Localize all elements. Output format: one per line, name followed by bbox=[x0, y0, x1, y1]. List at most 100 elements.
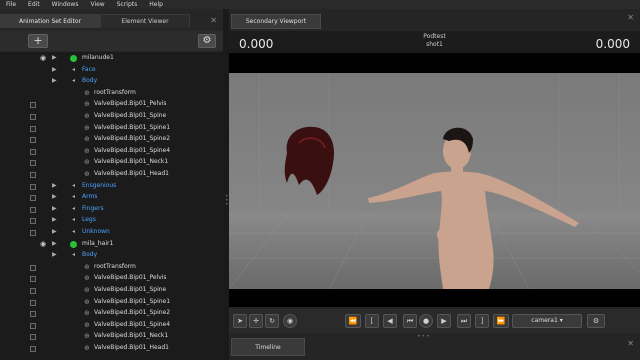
tree-row[interactable]: ⊕ rootTransform bbox=[0, 88, 223, 100]
visibility-checkbox[interactable] bbox=[30, 114, 36, 120]
close-icon[interactable]: ✕ bbox=[210, 16, 217, 25]
next-frame-icon[interactable]: ⏭ bbox=[457, 314, 471, 328]
expand-arrow-icon[interactable]: ▶ bbox=[52, 228, 57, 235]
visibility-checkbox[interactable] bbox=[30, 160, 36, 167]
viewport-3d[interactable] bbox=[229, 53, 640, 307]
eye-icon[interactable]: ◉ bbox=[40, 54, 46, 62]
expand-arrow-icon[interactable]: ▶ bbox=[52, 216, 57, 223]
menu-item-view[interactable]: View bbox=[84, 0, 110, 9]
expand-arrow-icon[interactable]: ▶ bbox=[52, 54, 57, 61]
visibility-checkbox[interactable] bbox=[30, 172, 36, 178]
visibility-checkbox[interactable] bbox=[30, 311, 36, 318]
tree-row[interactable]: ⊕ ValveBiped.Bip01_Spine1 bbox=[0, 123, 223, 135]
fast-forward-icon[interactable]: ⏩ bbox=[493, 314, 509, 328]
end-frame-icon[interactable]: ] bbox=[475, 314, 489, 328]
group-arrow-icon[interactable]: ◂ bbox=[72, 216, 75, 223]
tree-row[interactable]: ▶ ◂ Fingers bbox=[0, 204, 223, 216]
menu-item-help[interactable]: Help bbox=[143, 0, 169, 9]
tree-row[interactable]: ⊕ ValveBiped.Bip01_Pelvis bbox=[0, 273, 223, 285]
add-button[interactable]: + bbox=[28, 34, 48, 48]
visibility-checkbox[interactable] bbox=[30, 288, 36, 294]
rewind-icon[interactable]: ⏪ bbox=[345, 314, 361, 328]
visibility-checkbox[interactable] bbox=[30, 206, 36, 213]
pivot-tool-icon[interactable]: ◉ bbox=[283, 314, 297, 328]
tree-item-label: ValveBiped.Bip01_Pelvis bbox=[94, 274, 167, 282]
visibility-checkbox[interactable] bbox=[30, 264, 36, 271]
move-tool-icon[interactable]: ✛ bbox=[249, 314, 263, 328]
splitter-grip-icon: ••• bbox=[417, 333, 431, 340]
expand-arrow-icon[interactable]: ▶ bbox=[52, 240, 57, 247]
group-arrow-icon[interactable]: ◂ bbox=[72, 228, 75, 235]
tree-row[interactable]: ▶ ◂ Legs bbox=[0, 215, 223, 227]
tab-animation-set-editor[interactable]: Animation Set Editor bbox=[0, 14, 100, 28]
visibility-checkbox[interactable] bbox=[30, 125, 36, 132]
expand-arrow-icon[interactable]: ▶ bbox=[52, 182, 57, 189]
group-arrow-icon[interactable]: ◂ bbox=[72, 182, 75, 189]
visibility-checkbox[interactable] bbox=[30, 334, 36, 341]
tree-row[interactable]: ⊕ ValveBiped.Bip01_Spine bbox=[0, 285, 223, 297]
visibility-checkbox[interactable] bbox=[30, 346, 36, 352]
tree-row[interactable]: ▶ ◂ Body bbox=[0, 76, 223, 88]
tree-row[interactable]: ⊕ ValveBiped.Bip01_Neck1 bbox=[0, 157, 223, 169]
expand-arrow-icon[interactable]: ▶ bbox=[52, 251, 57, 258]
tab-secondary-viewport[interactable]: Secondary Viewport bbox=[231, 14, 321, 29]
close-icon[interactable]: ✕ bbox=[627, 13, 634, 22]
tree-row[interactable]: ⊕ ValveBiped.Bip01_Head1 bbox=[0, 343, 223, 355]
tree-row[interactable]: ▶ ◂ Body bbox=[0, 250, 223, 262]
tree-row[interactable]: ⊕ ValveBiped.Bip01_Spine4 bbox=[0, 146, 223, 158]
tree-row[interactable]: ⊕ ValveBiped.Bip01_Neck1 bbox=[0, 331, 223, 343]
close-icon[interactable]: ✕ bbox=[627, 339, 634, 348]
rotate-tool-icon[interactable]: ↻ bbox=[265, 314, 279, 328]
tree-row[interactable]: ⊕ ValveBiped.Bip01_Spine2 bbox=[0, 308, 223, 320]
tree-row[interactable]: ▶ ◂ Arms bbox=[0, 192, 223, 204]
tree-row[interactable]: ⊕ ValveBiped.Bip01_Head1 bbox=[0, 169, 223, 181]
menu-item-edit[interactable]: Edit bbox=[22, 0, 46, 9]
record-icon[interactable]: ● bbox=[419, 314, 433, 328]
visibility-checkbox[interactable] bbox=[30, 137, 36, 144]
splitter-grip-icon: ••• bbox=[225, 193, 229, 208]
tree-row[interactable]: ▶ ◂ Unknown bbox=[0, 227, 223, 239]
visibility-checkbox[interactable] bbox=[30, 299, 36, 306]
expand-arrow-icon[interactable]: ▶ bbox=[52, 193, 57, 200]
eye-icon[interactable]: ◉ bbox=[40, 240, 46, 248]
tree-row[interactable]: ◉ ▶ mila_hair1 bbox=[0, 239, 223, 251]
tree-row[interactable]: ⊕ ValveBiped.Bip01_Spine4 bbox=[0, 320, 223, 332]
expand-arrow-icon[interactable]: ▶ bbox=[52, 66, 57, 73]
tree-row[interactable]: ▶ ◂ Face bbox=[0, 65, 223, 77]
tree-row[interactable]: ⊕ ValveBiped.Bip01_Pelvis bbox=[0, 99, 223, 111]
visibility-checkbox[interactable] bbox=[30, 183, 36, 190]
gear-icon[interactable]: ⚙ bbox=[587, 314, 605, 328]
tree-row[interactable]: ▶ ◂ Ensgenious bbox=[0, 181, 223, 193]
group-arrow-icon[interactable]: ◂ bbox=[72, 193, 75, 200]
start-frame-icon[interactable]: [ bbox=[365, 314, 379, 328]
play-icon[interactable]: ▶ bbox=[437, 314, 451, 328]
select-tool-icon[interactable]: ➤ bbox=[233, 314, 247, 328]
group-arrow-icon[interactable]: ◂ bbox=[72, 251, 75, 258]
visibility-checkbox[interactable] bbox=[30, 102, 36, 109]
menu-item-windows[interactable]: Windows bbox=[46, 0, 85, 9]
expand-arrow-icon[interactable]: ▶ bbox=[52, 77, 57, 84]
tab-element-viewer[interactable]: Element Viewer bbox=[100, 14, 190, 28]
menu-item-scripts[interactable]: Scripts bbox=[111, 0, 144, 9]
previous-frame-icon[interactable]: ⏮ bbox=[403, 314, 417, 328]
visibility-checkbox[interactable] bbox=[30, 195, 36, 202]
menu-item-file[interactable]: File bbox=[0, 0, 22, 9]
tree-row[interactable]: ◉ ▶ milanude1 bbox=[0, 53, 223, 65]
visibility-checkbox[interactable] bbox=[30, 148, 36, 155]
group-arrow-icon[interactable]: ◂ bbox=[72, 77, 75, 84]
tree-row[interactable]: ⊕ ValveBiped.Bip01_Spine1 bbox=[0, 297, 223, 309]
camera-select[interactable]: camera1 ▾ bbox=[512, 314, 582, 328]
tab-timeline[interactable]: Timeline bbox=[231, 338, 305, 356]
tree-row[interactable]: ⊕ rootTransform bbox=[0, 262, 223, 274]
step-back-icon[interactable]: ◀ bbox=[383, 314, 397, 328]
expand-arrow-icon[interactable]: ▶ bbox=[52, 205, 57, 212]
visibility-checkbox[interactable] bbox=[30, 230, 36, 236]
group-arrow-icon[interactable]: ◂ bbox=[72, 205, 75, 212]
visibility-checkbox[interactable] bbox=[30, 322, 36, 329]
gear-icon[interactable]: ⚙ bbox=[198, 34, 216, 48]
tree-row[interactable]: ⊕ ValveBiped.Bip01_Spine bbox=[0, 111, 223, 123]
visibility-checkbox[interactable] bbox=[30, 276, 36, 283]
visibility-checkbox[interactable] bbox=[30, 218, 36, 225]
tree-row[interactable]: ⊕ ValveBiped.Bip01_Spine2 bbox=[0, 134, 223, 146]
group-arrow-icon[interactable]: ◂ bbox=[72, 66, 75, 73]
